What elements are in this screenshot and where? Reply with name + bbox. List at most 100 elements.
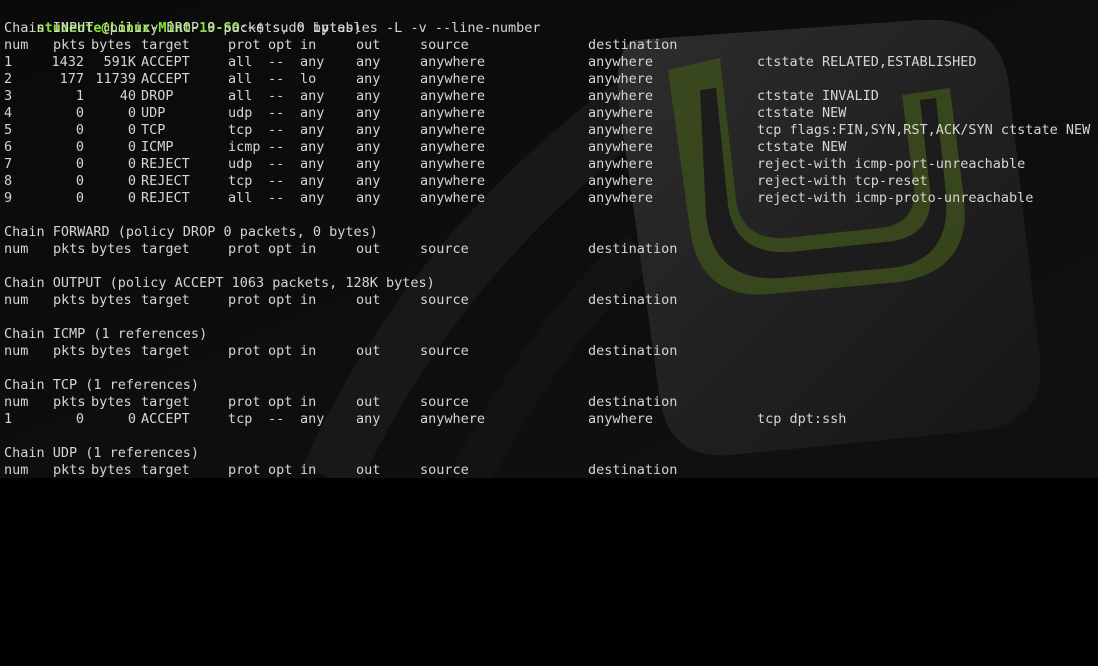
header-destination: destination — [588, 241, 678, 257]
rule-bytes: 0 — [127, 190, 136, 206]
header-opt: opt — [268, 37, 293, 53]
rule-in: any — [300, 122, 325, 138]
rule-row: 1 0 0 ACCEPT tcp -- any any anywhere anywhere tcp … — [4, 411, 1098, 428]
rule-num: 5 — [4, 122, 13, 138]
rule-source: anywhere — [420, 173, 486, 189]
rule-source: anywhere — [420, 54, 486, 70]
rule-out: any — [356, 411, 381, 427]
column-header: num pkts bytes target prot opt in out so… — [4, 292, 1098, 309]
rule-bytes: 0 — [127, 122, 136, 138]
header-out: out — [356, 343, 381, 359]
rule-prot: udp — [228, 105, 253, 121]
rule-destination: anywhere — [588, 190, 654, 206]
rule-target: REJECT — [141, 156, 190, 172]
rule-destination: anywhere — [588, 88, 654, 104]
rule-opt: -- — [268, 411, 285, 427]
rule-bytes: 0 — [127, 411, 136, 427]
input-rules: 1 1432 591K ACCEPT all -- any any anywhere anywhe… — [4, 54, 1098, 207]
rule-out: any — [356, 190, 381, 206]
rule-bytes: 0 — [127, 173, 136, 189]
rule-pkts: 0 — [75, 156, 84, 172]
rule-prot: tcp — [228, 173, 253, 189]
rule-destination: anywhere — [588, 54, 654, 70]
rule-prot: tcp — [228, 411, 253, 427]
rule-prot: tcp — [228, 122, 253, 138]
header-pkts: pkts — [53, 343, 86, 359]
rule-num: 6 — [4, 139, 13, 155]
header-pkts: pkts — [53, 462, 86, 478]
rule-pkts: 1432 — [51, 54, 84, 70]
rule-prot: icmp — [228, 139, 261, 155]
rule-pkts: 0 — [75, 173, 84, 189]
rule-in: any — [300, 156, 325, 172]
header-destination: destination — [588, 462, 678, 478]
column-header: num pkts bytes target prot opt in out so… — [4, 241, 1098, 258]
header-source: source — [420, 394, 469, 410]
header-prot: prot — [228, 462, 261, 478]
column-header: num pkts bytes target prot opt in out so… — [4, 343, 1098, 360]
rule-bytes: 40 — [119, 88, 136, 104]
column-header: num pkts bytes target prot opt in out so… — [4, 37, 1098, 54]
rule-source: anywhere — [420, 122, 486, 138]
rule-in: any — [300, 54, 325, 70]
rule-source: anywhere — [420, 88, 486, 104]
header-pkts: pkts — [53, 394, 86, 410]
rule-out: any — [356, 122, 381, 138]
header-bytes: bytes — [91, 343, 132, 359]
header-in: in — [300, 462, 317, 478]
rule-target: UDP — [141, 105, 166, 121]
rule-out: any — [356, 71, 381, 87]
header-target: target — [141, 292, 190, 308]
header-opt: opt — [268, 343, 293, 359]
rule-target: ACCEPT — [141, 71, 190, 87]
rule-num: 8 — [4, 173, 13, 189]
rule-target: TCP — [141, 122, 166, 138]
rule-bytes: 0 — [127, 105, 136, 121]
rule-row: 3 1 40 DROP all -- any any anywhere anywhere ctsta… — [4, 88, 1098, 105]
rule-extra: reject-with icmp-proto-unreachable — [757, 190, 1034, 206]
rule-out: any — [356, 173, 381, 189]
header-source: source — [420, 462, 469, 478]
rule-destination: anywhere — [588, 411, 654, 427]
header-in: in — [300, 343, 317, 359]
rule-row: 7 0 0 REJECT udp -- any any anywhere anywhere reje… — [4, 156, 1098, 173]
rule-opt: -- — [268, 190, 285, 206]
chain-title: Chain ICMP (1 references) — [4, 326, 208, 342]
header-out: out — [356, 292, 381, 308]
header-num: num — [4, 462, 29, 478]
rule-out: any — [356, 54, 381, 70]
rule-out: any — [356, 88, 381, 104]
rule-bytes: 0 — [127, 139, 136, 155]
rule-extra: ctstate NEW — [757, 105, 847, 121]
header-source: source — [420, 343, 469, 359]
rule-target: ACCEPT — [141, 54, 190, 70]
rule-row: 4 0 0 UDP udp -- any any anywhere anywhere ctstate… — [4, 105, 1098, 122]
header-num: num — [4, 292, 29, 308]
rule-target: ICMP — [141, 139, 174, 155]
rule-opt: -- — [268, 139, 285, 155]
header-opt: opt — [268, 292, 293, 308]
chain-title: Chain INPUT (policy DROP 0 packets, 0 by… — [4, 20, 362, 36]
rule-num: 9 — [4, 190, 13, 206]
rule-num: 7 — [4, 156, 13, 172]
header-num: num — [4, 241, 29, 257]
header-out: out — [356, 241, 381, 257]
rule-opt: -- — [268, 156, 285, 172]
header-opt: opt — [268, 241, 293, 257]
header-bytes: bytes — [91, 241, 132, 257]
header-source: source — [420, 37, 469, 53]
header-prot: prot — [228, 343, 261, 359]
header-in: in — [300, 292, 317, 308]
header-source: source — [420, 241, 469, 257]
rule-in: any — [300, 139, 325, 155]
rule-target: REJECT — [141, 190, 190, 206]
header-num: num — [4, 394, 29, 410]
header-destination: destination — [588, 292, 678, 308]
rule-opt: -- — [268, 71, 285, 87]
header-num: num — [4, 343, 29, 359]
rule-in: any — [300, 173, 325, 189]
chain-title: Chain UDP (1 references) — [4, 445, 200, 461]
